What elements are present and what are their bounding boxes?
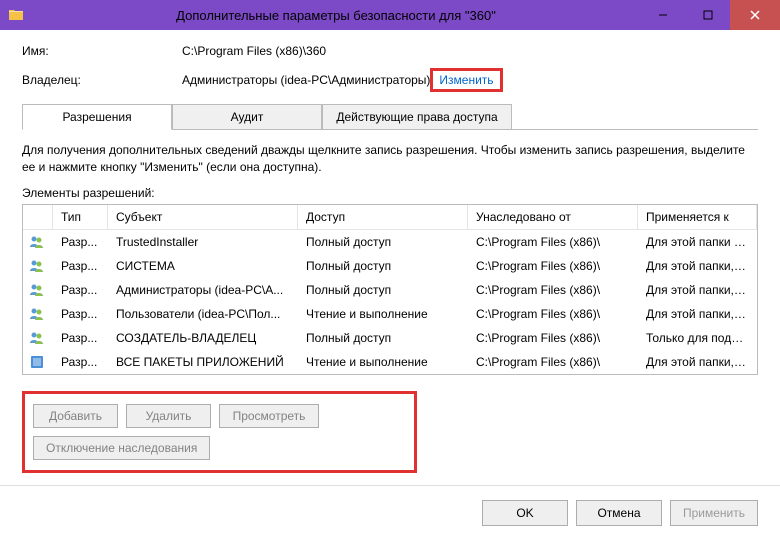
ok-button[interactable]: OK [482, 500, 568, 526]
cell-inherited: C:\Program Files (x86)\ [468, 329, 638, 347]
section-label: Элементы разрешений: [22, 186, 758, 200]
titlebar: Дополнительные параметры безопасности дл… [0, 0, 780, 30]
col-type-header[interactable]: Тип [53, 205, 108, 229]
cell-type: Разр... [53, 257, 108, 275]
cell-access: Чтение и выполнение [298, 305, 468, 323]
cancel-button[interactable]: Отмена [576, 500, 662, 526]
cell-type: Разр... [53, 305, 108, 323]
highlight-action-buttons: Добавить Удалить Просмотреть Отключение … [22, 391, 417, 473]
cell-subject: TrustedInstaller [108, 233, 298, 251]
cell-applies: Для этой папки, ее подпапок ... [638, 281, 757, 299]
table-row[interactable]: Разр...Пользователи (idea-PC\Пол...Чтени… [23, 302, 757, 326]
cell-applies: Для этой папки и ее подпапок [638, 233, 757, 251]
cell-access: Полный доступ [298, 233, 468, 251]
owner-value: Администраторы (idea-PC\Администраторы) [182, 73, 430, 87]
cell-applies: Только для подпапок и файл... [638, 329, 757, 347]
table-row[interactable]: Разр...ВСЕ ПАКЕТЫ ПРИЛОЖЕНИЙЧтение и вып… [23, 350, 757, 374]
change-owner-link[interactable]: Изменить [433, 71, 499, 89]
close-button[interactable] [730, 0, 780, 30]
cell-applies: Для этой папки, ее подпапок ... [638, 305, 757, 323]
cell-applies: Для этой папки, ее подпапок ... [638, 257, 757, 275]
col-applies-header[interactable]: Применяется к [638, 205, 757, 229]
cell-subject: СИСТЕМА [108, 257, 298, 275]
add-button[interactable]: Добавить [33, 404, 118, 428]
window-controls [640, 0, 780, 30]
table-row[interactable]: Разр...TrustedInstallerПолный доступC:\P… [23, 230, 757, 254]
cell-subject: СОЗДАТЕЛЬ-ВЛАДЕЛЕЦ [108, 329, 298, 347]
cell-inherited: C:\Program Files (x86)\ [468, 281, 638, 299]
cell-access: Полный доступ [298, 257, 468, 275]
row-icon [23, 304, 53, 324]
folder-icon [8, 7, 24, 23]
tab-effective-access[interactable]: Действующие права доступа [322, 104, 512, 130]
tab-audit[interactable]: Аудит [172, 104, 322, 130]
cell-access: Чтение и выполнение [298, 353, 468, 371]
window-title: Дополнительные параметры безопасности дл… [32, 8, 640, 23]
row-icon [23, 328, 53, 348]
row-icon [23, 232, 53, 252]
name-value: C:\Program Files (x86)\360 [182, 44, 326, 58]
col-subject-header[interactable]: Субъект [108, 205, 298, 229]
cell-inherited: C:\Program Files (x86)\ [468, 305, 638, 323]
cell-type: Разр... [53, 281, 108, 299]
owner-label: Владелец: [22, 73, 182, 87]
cell-type: Разр... [53, 233, 108, 251]
tab-permissions[interactable]: Разрешения [22, 104, 172, 130]
row-icon [23, 256, 53, 276]
row-icon [23, 352, 53, 372]
disable-inheritance-button[interactable]: Отключение наследования [33, 436, 210, 460]
cell-inherited: C:\Program Files (x86)\ [468, 353, 638, 371]
help-text: Для получения дополнительных сведений дв… [22, 142, 758, 176]
cell-inherited: C:\Program Files (x86)\ [468, 257, 638, 275]
cell-access: Полный доступ [298, 329, 468, 347]
view-button[interactable]: Просмотреть [219, 404, 319, 428]
apply-button[interactable]: Применить [670, 500, 758, 526]
cell-subject: Пользователи (idea-PC\Пол... [108, 305, 298, 323]
name-label: Имя: [22, 44, 182, 58]
highlight-change-link: Изменить [430, 68, 502, 92]
maximize-button[interactable] [685, 0, 730, 30]
cell-type: Разр... [53, 329, 108, 347]
table-row[interactable]: Разр...Администраторы (idea-PC\А...Полны… [23, 278, 757, 302]
cell-type: Разр... [53, 353, 108, 371]
dialog-footer: OK Отмена Применить [0, 486, 780, 540]
col-icon-header[interactable] [23, 205, 53, 229]
col-access-header[interactable]: Доступ [298, 205, 468, 229]
col-inherited-header[interactable]: Унаследовано от [468, 205, 638, 229]
cell-applies: Для этой папки, ее подпапок ... [638, 353, 757, 371]
grid-header: Тип Субъект Доступ Унаследовано от Приме… [23, 205, 757, 230]
minimize-button[interactable] [640, 0, 685, 30]
cell-inherited: C:\Program Files (x86)\ [468, 233, 638, 251]
permissions-grid: Тип Субъект Доступ Унаследовано от Приме… [22, 204, 758, 375]
cell-subject: ВСЕ ПАКЕТЫ ПРИЛОЖЕНИЙ [108, 353, 298, 371]
cell-access: Полный доступ [298, 281, 468, 299]
remove-button[interactable]: Удалить [126, 404, 211, 428]
row-icon [23, 280, 53, 300]
tab-bar: Разрешения Аудит Действующие права досту… [22, 104, 758, 130]
table-row[interactable]: Разр...СОЗДАТЕЛЬ-ВЛАДЕЛЕЦПолный доступC:… [23, 326, 757, 350]
cell-subject: Администраторы (idea-PC\А... [108, 281, 298, 299]
table-row[interactable]: Разр...СИСТЕМАПолный доступC:\Program Fi… [23, 254, 757, 278]
